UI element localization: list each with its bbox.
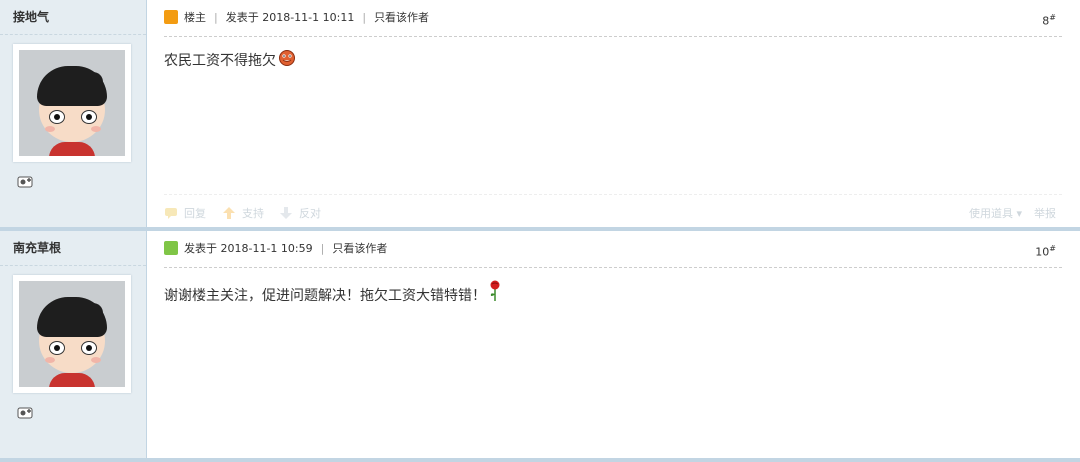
user-badge-icon [164, 241, 178, 255]
floor-number[interactable]: 10# [1035, 231, 1056, 271]
owner-label: 楼主 [184, 11, 206, 24]
post-content: 农民工资不得拖欠 [164, 37, 1062, 71]
only-author-link[interactable]: 只看该作者 [374, 11, 429, 24]
author-sidebar: 南充草根 [0, 231, 147, 458]
sticking-tongue-emoji-icon [278, 49, 296, 71]
follow-user-icon[interactable] [17, 405, 33, 419]
post-floor-8: 接地气 楼主|发表于 2018-11-1 10:11|只看该作者 8# [0, 0, 1080, 231]
follow-user-icon[interactable] [17, 174, 33, 188]
post-meta: 发表于 2018-11-1 10:59 | 只看该作者 10# [164, 231, 1062, 268]
author-name[interactable]: 接地气 [0, 0, 146, 35]
support-button[interactable]: 支持 [222, 205, 264, 221]
avatar[interactable] [13, 275, 131, 393]
thumb-up-icon [222, 207, 236, 219]
post-text: 农民工资不得拖欠 [164, 53, 276, 69]
avatar-image [19, 50, 125, 156]
avatar-image [19, 281, 125, 387]
floor-number[interactable]: 8# [1042, 0, 1056, 40]
thumb-down-icon [279, 207, 293, 219]
only-author-link[interactable]: 只看该作者 [332, 242, 387, 255]
report-button[interactable]: 举报 [1034, 205, 1056, 221]
reply-icon [164, 207, 178, 219]
use-tools-button[interactable]: 使用道具 ▾ [969, 205, 1022, 221]
post-main: 楼主 | 发表于 2018-11-1 10:11 | 只看该作者 8# 农民工资不得拖欠… [164, 0, 1062, 227]
post-time: 发表于 2018-11-1 10:11 [225, 11, 355, 24]
owner-badge-icon [164, 10, 178, 24]
against-button[interactable]: 反对 [279, 205, 321, 221]
chevron-down-icon: ▾ [1016, 207, 1022, 220]
author-sidebar: 接地气 [0, 0, 147, 227]
post-actions: 回复 支持 反对 使用道具 ▾ 举报 [164, 194, 1062, 227]
reply-button[interactable]: 回复 [164, 205, 206, 221]
author-name[interactable]: 南充草根 [0, 231, 146, 266]
post-main: 发表于 2018-11-1 10:59 | 只看该作者 10# 谢谢楼主关注，促进问… [164, 231, 1062, 458]
post-text: 谢谢楼主关注，促进问题解决！拖欠工资大错特错！ [164, 288, 486, 304]
rose-emoji-icon [488, 280, 502, 306]
post-meta: 楼主 | 发表于 2018-11-1 10:11 | 只看该作者 8# [164, 0, 1062, 37]
post-content: 谢谢楼主关注，促进问题解决！拖欠工资大错特错！ [164, 268, 1062, 306]
post-time: 发表于 2018-11-1 10:59 [184, 242, 313, 255]
post-floor-10: 南充草根 发表于 2018-11-1 10:59 | 只看该作者 10# 谢谢楼… [0, 231, 1080, 462]
avatar[interactable] [13, 44, 131, 162]
